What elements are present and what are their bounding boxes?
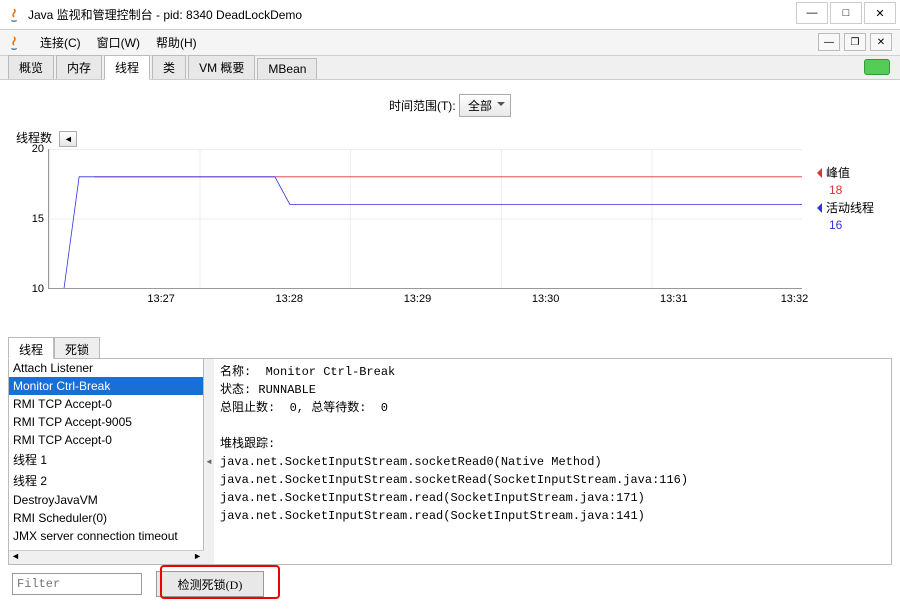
- filter-input[interactable]: [12, 573, 142, 595]
- inner-close-button[interactable]: ✕: [870, 33, 892, 51]
- legend-label: 峰值: [826, 164, 850, 181]
- filter-row: 检测死锁(D): [8, 565, 892, 603]
- thread-list-item[interactable]: Attach Listener: [9, 359, 203, 377]
- time-range-row: 时间范围(T): 全部: [8, 86, 892, 129]
- y-tick: 10: [32, 283, 44, 295]
- tab-classes[interactable]: 类: [152, 55, 186, 79]
- maximize-button[interactable]: □: [830, 2, 862, 24]
- thread-list-item[interactable]: 线程 2: [9, 470, 203, 491]
- legend-value: 18: [829, 183, 842, 197]
- connection-status-icon: [864, 59, 890, 75]
- window-title-text: Java 监视和管理控制台 - pid: 8340 DeadLockDemo: [28, 6, 302, 23]
- main-tab-bar: 概览 内存 线程 类 VM 概要 MBean: [0, 56, 900, 80]
- split-handle[interactable]: [204, 359, 214, 564]
- window-titlebar: Java 监视和管理控制台 - pid: 8340 DeadLockDemo —…: [0, 0, 900, 30]
- thread-list-item[interactable]: RMI TCP Accept-0: [9, 431, 203, 449]
- horizontal-scrollbar[interactable]: [9, 550, 204, 564]
- sub-tab-deadlock[interactable]: 死锁: [54, 337, 100, 358]
- chart-scroll-left-icon[interactable]: ◄: [59, 131, 77, 147]
- legend-label: 活动线程: [826, 199, 874, 216]
- sub-tab-threads[interactable]: 线程: [8, 337, 54, 359]
- x-tick: 13:30: [532, 293, 560, 305]
- thread-list-item[interactable]: Monitor Ctrl-Break: [9, 377, 203, 395]
- menu-connect[interactable]: 连接(C): [32, 31, 89, 54]
- sub-tab-bar: 线程 死锁: [8, 337, 892, 359]
- inner-maximize-button[interactable]: ❐: [844, 33, 866, 51]
- main-content: 时间范围(T): 全部 线程数 ◄ 20 15 10 13:27 13:28 1…: [0, 80, 900, 609]
- java-icon: [6, 35, 22, 51]
- java-icon: [6, 7, 22, 23]
- thread-list-item[interactable]: RMI TCP Accept-9005: [9, 413, 203, 431]
- legend-value: 16: [829, 218, 842, 232]
- tab-mbean[interactable]: MBean: [257, 58, 317, 79]
- legend-marker-icon: [812, 203, 822, 213]
- chart-legend: 峰值 18 活动线程 16: [812, 164, 892, 234]
- menu-window[interactable]: 窗口(W): [89, 31, 148, 54]
- chart-section: 线程数 ◄ 20 15 10 13:27 13:28 13:29 13:30 1…: [8, 129, 892, 309]
- minimize-button[interactable]: —: [796, 2, 828, 24]
- x-tick: 13:31: [660, 293, 688, 305]
- chart-plot-area: [48, 149, 802, 289]
- x-tick: 13:32: [781, 293, 809, 305]
- menu-bar: 连接(C) 窗口(W) 帮助(H) — ❐ ✕: [0, 30, 900, 56]
- inner-minimize-button[interactable]: —: [818, 33, 840, 51]
- detect-deadlock-button[interactable]: 检测死锁(D): [156, 571, 264, 597]
- x-axis: 13:27 13:28 13:29 13:30 13:31 13:32: [48, 293, 802, 309]
- x-tick: 13:28: [276, 293, 304, 305]
- thread-list-item[interactable]: 线程 1: [9, 449, 203, 470]
- tab-overview[interactable]: 概览: [8, 55, 54, 79]
- y-axis: 20 15 10: [28, 149, 46, 289]
- close-button[interactable]: ✕: [864, 2, 896, 24]
- thread-list-item[interactable]: JMX server connection timeout: [9, 527, 203, 545]
- thread-list-item[interactable]: DestroyJavaVM: [9, 491, 203, 509]
- tab-vm-summary[interactable]: VM 概要: [188, 55, 255, 79]
- tab-memory[interactable]: 内存: [56, 55, 102, 79]
- thread-list-item[interactable]: RMI TCP Accept-0: [9, 395, 203, 413]
- menu-help[interactable]: 帮助(H): [148, 31, 205, 54]
- tab-threads[interactable]: 线程: [104, 55, 150, 80]
- x-tick: 13:29: [404, 293, 432, 305]
- thread-list-item[interactable]: RMI Scheduler(0): [9, 509, 203, 527]
- y-tick: 15: [32, 213, 44, 225]
- time-range-select[interactable]: 全部: [459, 94, 511, 117]
- y-tick: 20: [32, 143, 44, 155]
- threads-panel: 线程 死锁 Attach ListenerMonitor Ctrl-BreakR…: [8, 337, 892, 603]
- time-range-label: 时间范围(T):: [389, 99, 456, 113]
- x-tick: 13:27: [147, 293, 175, 305]
- legend-marker-icon: [812, 168, 822, 178]
- thread-detail-pane: 名称: Monitor Ctrl-Break 状态: RUNNABLE 总阻止数…: [214, 359, 891, 564]
- thread-list[interactable]: Attach ListenerMonitor Ctrl-BreakRMI TCP…: [9, 359, 204, 550]
